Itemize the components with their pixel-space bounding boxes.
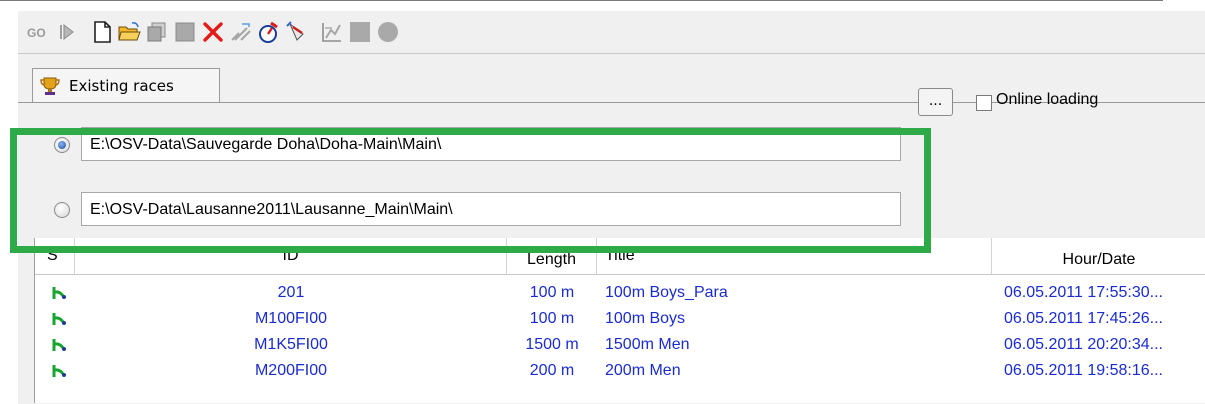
browse-button[interactable]: ... <box>918 88 953 116</box>
square-icon[interactable] <box>348 20 372 44</box>
cell-length: 200 m <box>529 362 575 379</box>
copy-icon[interactable] <box>145 20 169 44</box>
timer-icon[interactable] <box>256 20 280 44</box>
new-document-icon[interactable] <box>90 20 114 44</box>
table-row[interactable]: M1K5FI00 1500 m 1500m Men 06.05.2011 20:… <box>35 332 1205 358</box>
tab-existing-races[interactable]: Existing races <box>32 68 220 103</box>
table-row[interactable]: M100FI00 100 m 100m Boys 06.05.2011 17:4… <box>35 306 1205 332</box>
cell-id: 201 <box>277 284 305 301</box>
trophy-icon <box>40 77 60 95</box>
cell-id: M1K5FI00 <box>254 336 328 353</box>
delete-icon[interactable] <box>201 20 225 44</box>
table-row[interactable]: M200FI00 200 m 200m Men 06.05.2011 19:58… <box>35 358 1205 384</box>
cell-hour-date: 06.05.2011 17:55:30... <box>1004 284 1163 301</box>
chart-icon[interactable] <box>320 20 344 44</box>
cell-id: M200FI00 <box>254 362 328 379</box>
cell-title: 200m Men <box>605 362 681 379</box>
runner-status-icon <box>52 287 66 299</box>
svg-text:GO: GO <box>27 26 46 40</box>
cell-length: 100 m <box>529 310 575 327</box>
play-icon[interactable] <box>54 20 78 44</box>
stop-square-icon[interactable] <box>173 20 197 44</box>
cell-hour-date: 06.05.2011 20:20:34... <box>1004 336 1163 353</box>
window-top-border <box>0 0 1163 1</box>
toolbar-separator <box>18 53 1205 54</box>
online-loading-label: Online loading <box>996 91 1099 108</box>
header-hour-date[interactable]: Hour/Date <box>992 238 1205 274</box>
runner-status-icon <box>52 339 66 351</box>
cell-hour-date: 06.05.2011 17:45:26... <box>1004 310 1163 327</box>
highlight-box <box>10 128 931 253</box>
cell-hour-date: 06.05.2011 19:58:16... <box>1004 362 1163 379</box>
cell-id: M100FI00 <box>254 310 328 327</box>
cell-title: 100m Boys <box>605 310 686 327</box>
toolbar: GO <box>18 11 1205 51</box>
flag-icon[interactable] <box>284 20 308 44</box>
go-icon[interactable]: GO <box>26 20 50 44</box>
cell-length: 1500 m <box>525 336 579 353</box>
runner-status-icon <box>52 365 66 377</box>
online-loading-checkbox[interactable] <box>976 95 992 111</box>
tab-label: Existing races <box>69 77 174 95</box>
open-folder-icon[interactable] <box>117 20 141 44</box>
cell-length: 100 m <box>529 284 575 301</box>
cell-title: 1500m Men <box>605 336 690 353</box>
cell-title: 100m Boys_Para <box>605 284 728 301</box>
table-row[interactable]: 201 100 m 100m Boys_Para 06.05.2011 17:5… <box>35 280 1205 306</box>
runner-status-icon <box>52 313 66 325</box>
races-table: S ID Length Title Hour/Date 201 100 m 10… <box>34 238 1205 403</box>
edit-icon[interactable] <box>229 20 253 44</box>
circle-icon[interactable] <box>376 20 400 44</box>
